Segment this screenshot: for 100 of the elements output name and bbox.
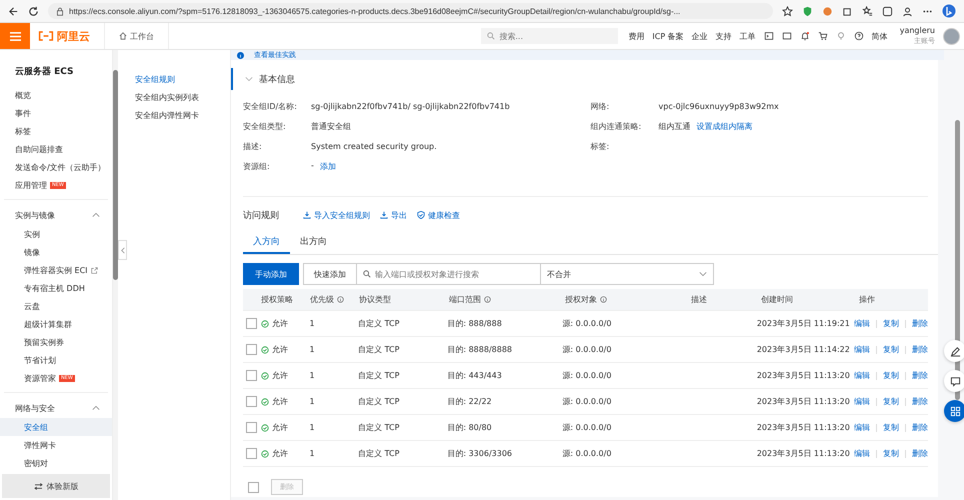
column-header: 端口范围 [449,294,481,305]
logo-text: 阿里云 [57,28,90,44]
table-cell: 允许 [272,370,288,381]
sidebar-group-header[interactable]: 实例与镜像 [0,205,112,225]
direction-tab[interactable]: 出方向 [290,231,337,254]
row-action-link[interactable]: 删除 [912,344,928,355]
column-header: 授权对象 [565,294,597,305]
row-action-link[interactable]: 编辑 [854,370,870,381]
sidebar-group-header[interactable]: 网络与安全 [0,398,112,418]
table-cell: 目的: 888/888 [447,318,502,329]
row-action-link[interactable]: 编辑 [854,422,870,433]
sidebar-item[interactable]: 弹性容器实例 ECI [0,261,112,279]
table-cell: 允许 [272,396,288,407]
subnav-item[interactable]: 安全组规则 [132,70,230,88]
url-text: https://ecs.console.aliyun.com/?spm=5176.12818093_-1363046575.categories-n-products.decs.3be916d08eejmC#/securityGroupDetail/region/cn-wulanchabu/groupId/sg-... [69,6,680,16]
field-label: 组内连通策略: [590,120,642,132]
row-action-link[interactable]: 复制 [883,396,900,407]
manual-add-button[interactable]: 手动添加 [243,263,299,285]
row-action-link[interactable]: 删除 [912,422,928,433]
rule-action-link[interactable]: 导出 [380,210,407,220]
row-action-link[interactable]: 复制 [883,370,900,381]
rule-action-link[interactable]: 健康检查 [417,210,460,220]
table-cell: 源: 0.0.0.0/0 [562,396,612,407]
sidebar-item[interactable]: 事件 [0,104,112,122]
sidebar-item[interactable]: 超级计算集群 [0,315,112,333]
try-new-version-button[interactable]: 体验新版 [2,474,110,498]
table-cell: 目的: 22/22 [447,396,492,407]
subnav-item[interactable]: 安全组内弹性网卡 [132,106,230,124]
subnav-item[interactable]: 安全组内实例列表 [132,88,230,106]
sidebar-title: 云服务器 ECS [14,66,75,79]
field-link[interactable]: 添加 [320,160,336,172]
sidebar-item[interactable]: 标签 [0,122,112,140]
language-link[interactable]: 简体 [872,30,888,42]
direction-tab[interactable]: 入方向 [243,231,290,254]
table-cell: 目的: 3306/3306 [447,448,512,459]
username[interactable]: yangleru [900,26,935,36]
header-nav-link[interactable]: 企业 [692,30,708,42]
column-header: 协议类型 [359,294,391,305]
row-action-link[interactable]: 复制 [883,344,900,355]
table-cell: 1 [309,449,315,458]
row-action-link[interactable]: 删除 [912,396,928,407]
row-action-link[interactable]: 编辑 [854,318,870,329]
row-action-link[interactable]: 删除 [912,318,928,329]
sidebar-item[interactable]: 概览 [0,86,112,104]
sidebar-item[interactable]: 专有宿主机 DDH [0,279,112,297]
table-cell: 自定义 TCP [358,448,400,459]
table-cell: 1 [309,319,315,328]
row-action-link[interactable]: 删除 [912,448,928,459]
sidebar-item[interactable]: 云盘 [0,297,112,315]
table-cell: 允许 [272,422,288,433]
address-bar[interactable]: https://ecs.console.aliyun.com/?spm=5176.12818093_-1363046575.categories-n-products.decs.3be916d08eejmC#/securityGroupDetail/region/cn-wulanchabu/groupId/sg-... [48,3,773,19]
table-cell: 自定义 TCP [358,370,400,381]
merge-select[interactable]: 不合并 [541,263,714,285]
header-nav-link[interactable]: 工单 [740,30,756,42]
field-link[interactable]: 设置成组内隔离 [696,120,752,132]
sidebar-item[interactable]: 发送命令/文件（云助手） [0,158,112,176]
table-cell: 允许 [272,448,288,459]
table-cell: 源: 0.0.0.0/0 [562,448,612,459]
table-cell: 源: 0.0.0.0/0 [562,318,612,329]
column-header: 创建时间 [761,294,793,305]
row-action-link[interactable]: 删除 [912,370,928,381]
table-cell: 自定义 TCP [358,318,400,329]
field-label: 标签: [590,140,610,152]
row-action-link[interactable]: 复制 [883,422,900,433]
sidebar-item[interactable]: 镜像 [0,243,112,261]
rule-action-link[interactable]: 导入安全组规则 [303,210,370,220]
sidebar-item[interactable]: 弹性网卡 [0,436,112,454]
column-header: 优先级 [310,294,334,305]
sidebar-item[interactable]: 预留实例券 [0,333,112,351]
row-action-link[interactable]: 编辑 [854,396,870,407]
sidebar-item[interactable]: 自助问题排查 [0,140,112,158]
sidebar-item[interactable]: 节省计划 [0,351,112,369]
table-cell: 源: 0.0.0.0/0 [562,370,612,381]
row-action-link[interactable]: 编辑 [854,448,870,459]
table-cell: 目的: 443/443 [447,370,502,381]
search-field[interactable]: 搜索... [481,28,618,44]
field-value: 组内互通 [658,120,690,132]
header-nav-link[interactable]: 支持 [716,30,732,42]
table-cell: 自定义 TCP [358,344,400,355]
table-cell: 源: 0.0.0.0/0 [562,344,612,355]
field-value: vpc-0jlc96uxnuyy9p83w92mx [658,102,779,110]
sidebar-item[interactable]: 密钥对 [0,454,112,472]
workbench-link[interactable]: 工作台 [104,23,169,49]
section-title: 访问规则 [243,210,279,222]
row-action-link[interactable]: 复制 [883,318,900,329]
quick-add-button[interactable]: 快速添加 [303,263,357,285]
table-cell: 目的: 8888/8888 [447,344,512,355]
header-nav-link[interactable]: ICP 备案 [652,30,684,42]
field-value: - [311,160,314,172]
header-nav-link[interactable]: 费用 [628,30,644,42]
row-action-link[interactable]: 编辑 [854,344,870,355]
sidebar-item[interactable]: 实例 [0,225,112,243]
table-cell: 目的: 80/80 [447,422,492,433]
rule-search-field[interactable]: 输入端口或授权对象进行搜索 [357,263,541,285]
table-cell: 允许 [272,318,288,329]
field-label: 安全组类型: [243,120,287,132]
row-action-link[interactable]: 复制 [883,448,900,459]
sidebar-item[interactable]: 安全组 [0,418,112,436]
column-header: 描述 [691,294,707,305]
column-header: 操作 [859,294,875,305]
